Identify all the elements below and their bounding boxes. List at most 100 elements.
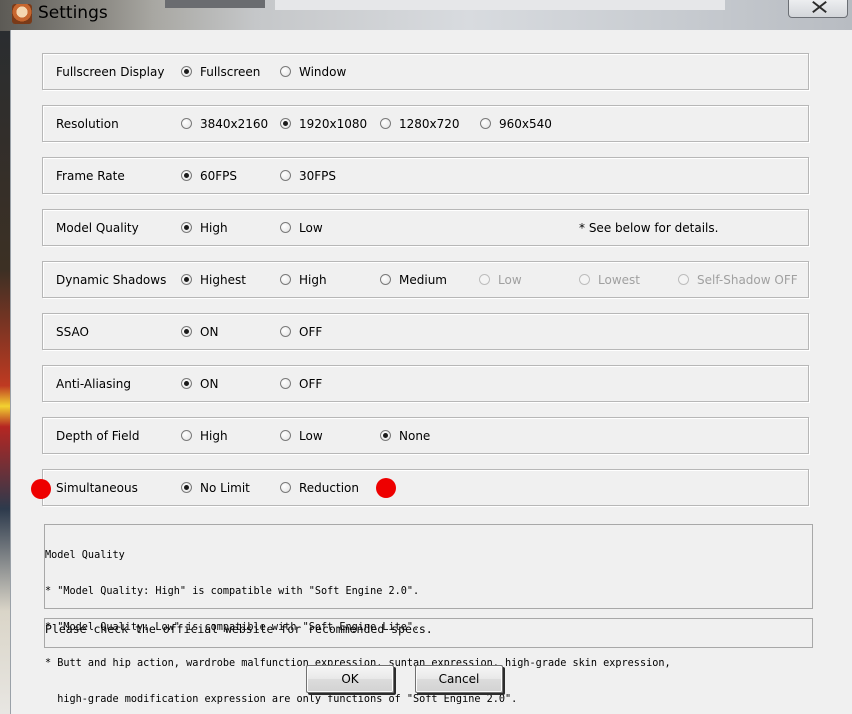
radio-indicator[interactable] bbox=[280, 430, 291, 441]
window-title: Settings bbox=[38, 3, 108, 23]
radio-label: High bbox=[299, 273, 327, 287]
notes-line: Model Quality bbox=[45, 550, 125, 561]
radio-indicator[interactable] bbox=[280, 118, 291, 129]
radio-label: 960x540 bbox=[499, 117, 552, 131]
radio-label: ON bbox=[200, 325, 219, 339]
radio-indicator[interactable] bbox=[181, 482, 192, 493]
radio-indicator[interactable] bbox=[480, 118, 491, 129]
details-note: * See below for details. bbox=[579, 221, 719, 235]
radio-label: Lowest bbox=[598, 273, 640, 287]
row-label: Fullscreen Display bbox=[56, 65, 165, 79]
radio-label: High bbox=[200, 221, 228, 235]
cancel-button[interactable]: Cancel bbox=[415, 665, 503, 693]
radio-indicator[interactable] bbox=[380, 274, 391, 285]
radio-indicator[interactable] bbox=[280, 482, 291, 493]
details-text-box[interactable]: Model Quality * "Model Quality: High" is… bbox=[44, 524, 813, 705]
radio-1920x1080[interactable]: 1920x1080 bbox=[280, 117, 368, 131]
radio-label: Fullscreen bbox=[200, 65, 261, 79]
row-resolution: Resolution 3840x2160 1920x1080 1280x720 … bbox=[42, 105, 809, 142]
radio-indicator[interactable] bbox=[181, 378, 192, 389]
radio-indicator[interactable] bbox=[380, 430, 391, 441]
row-ssao: SSAO ON OFF bbox=[42, 313, 809, 350]
radio-indicator[interactable] bbox=[181, 66, 192, 77]
row-frame-rate: Frame Rate 60FPS 30FPS bbox=[42, 157, 809, 194]
close-button[interactable] bbox=[788, 0, 848, 18]
recommended-specs-box[interactable]: Please check the official website for re… bbox=[44, 618, 813, 648]
radio-shadows-medium[interactable]: Medium bbox=[380, 273, 447, 287]
radio-label: OFF bbox=[299, 325, 323, 339]
radio-label: ON bbox=[200, 377, 219, 391]
radio-960x540[interactable]: 960x540 bbox=[480, 117, 552, 131]
radio-label: Medium bbox=[399, 273, 447, 287]
radio-dof-high[interactable]: High bbox=[181, 429, 228, 443]
radio-reduction[interactable]: Reduction bbox=[280, 481, 359, 495]
notes-line: high-grade modification expression are o… bbox=[45, 694, 518, 705]
radio-label: Self-Shadow OFF bbox=[697, 273, 798, 287]
radio-1280x720[interactable]: 1280x720 bbox=[380, 117, 460, 131]
radio-indicator[interactable] bbox=[280, 66, 291, 77]
radio-no-limit[interactable]: No Limit bbox=[181, 481, 250, 495]
radio-dof-none[interactable]: None bbox=[380, 429, 431, 443]
radio-label: None bbox=[399, 429, 431, 443]
radio-label: 1280x720 bbox=[399, 117, 460, 131]
radio-label: 60FPS bbox=[200, 169, 238, 183]
row-label: Simultaneous bbox=[56, 481, 138, 495]
row-simultaneous: Simultaneous No Limit Reduction bbox=[42, 469, 809, 506]
radio-ssao-off[interactable]: OFF bbox=[280, 325, 323, 339]
radio-label: Low bbox=[498, 273, 522, 287]
row-label: Depth of Field bbox=[56, 429, 140, 443]
radio-dof-low[interactable]: Low bbox=[280, 429, 323, 443]
radio-model-low[interactable]: Low bbox=[280, 221, 323, 235]
app-icon bbox=[12, 4, 32, 24]
radio-indicator bbox=[579, 274, 590, 285]
radio-window[interactable]: Window bbox=[280, 65, 347, 79]
row-label: Frame Rate bbox=[56, 169, 125, 183]
notes-line: * "Model Quality: High" is compatible wi… bbox=[45, 586, 420, 597]
radio-indicator bbox=[479, 274, 490, 285]
radio-indicator[interactable] bbox=[380, 118, 391, 129]
red-marker-dot bbox=[376, 478, 396, 498]
radio-indicator[interactable] bbox=[181, 274, 192, 285]
radio-indicator bbox=[678, 274, 689, 285]
radio-indicator[interactable] bbox=[280, 274, 291, 285]
radio-indicator[interactable] bbox=[181, 326, 192, 337]
radio-label: 1920x1080 bbox=[299, 117, 368, 131]
red-marker-dot bbox=[31, 479, 51, 499]
radio-label: No Limit bbox=[200, 481, 250, 495]
radio-indicator[interactable] bbox=[280, 378, 291, 389]
row-label: Resolution bbox=[56, 117, 119, 131]
radio-label: 30FPS bbox=[299, 169, 337, 183]
row-dynamic-shadows: Dynamic Shadows Highest High Medium Low … bbox=[42, 261, 809, 298]
radio-label: Window bbox=[299, 65, 347, 79]
row-model-quality: Model Quality High Low * See below for d… bbox=[42, 209, 809, 246]
radio-indicator[interactable] bbox=[181, 170, 192, 181]
radio-aa-off[interactable]: OFF bbox=[280, 377, 323, 391]
radio-aa-on[interactable]: ON bbox=[181, 377, 219, 391]
radio-shadows-highest[interactable]: Highest bbox=[181, 273, 246, 287]
radio-indicator[interactable] bbox=[280, 326, 291, 337]
radio-shadows-high[interactable]: High bbox=[280, 273, 327, 287]
radio-indicator[interactable] bbox=[280, 170, 291, 181]
radio-label: OFF bbox=[299, 377, 323, 391]
radio-ssao-on[interactable]: ON bbox=[181, 325, 219, 339]
radio-60fps[interactable]: 60FPS bbox=[181, 169, 238, 183]
radio-label: Highest bbox=[200, 273, 246, 287]
radio-label: Low bbox=[299, 221, 323, 235]
background-window-edge bbox=[275, 0, 725, 10]
radio-indicator[interactable] bbox=[181, 430, 192, 441]
radio-fullscreen[interactable]: Fullscreen bbox=[181, 65, 261, 79]
settings-dialog: Fullscreen Display Fullscreen Window Res… bbox=[10, 30, 852, 714]
radio-label: 3840x2160 bbox=[200, 117, 269, 131]
radio-model-high[interactable]: High bbox=[181, 221, 228, 235]
radio-3840x2160[interactable]: 3840x2160 bbox=[181, 117, 269, 131]
row-anti-aliasing: Anti-Aliasing ON OFF bbox=[42, 365, 809, 402]
radio-indicator[interactable] bbox=[181, 118, 192, 129]
row-label: Anti-Aliasing bbox=[56, 377, 131, 391]
ok-button[interactable]: OK bbox=[306, 665, 394, 693]
radio-label: Low bbox=[299, 429, 323, 443]
desktop-background-strip bbox=[0, 30, 10, 714]
radio-indicator[interactable] bbox=[181, 222, 192, 233]
row-fullscreen-display: Fullscreen Display Fullscreen Window bbox=[42, 53, 809, 90]
radio-30fps[interactable]: 30FPS bbox=[280, 169, 337, 183]
radio-indicator[interactable] bbox=[280, 222, 291, 233]
